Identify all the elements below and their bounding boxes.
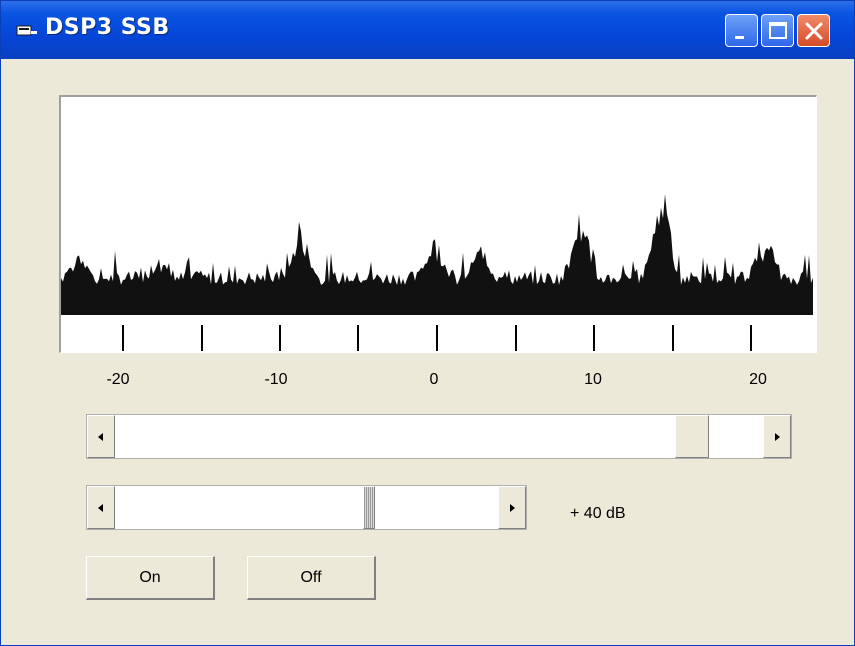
frequency-scroll-left-button[interactable] bbox=[87, 415, 115, 458]
frequency-scroll-right-button[interactable] bbox=[763, 415, 791, 458]
window-title: DSP3 SSB bbox=[45, 15, 170, 40]
minimize-button[interactable] bbox=[725, 14, 758, 47]
minimize-icon bbox=[735, 36, 744, 39]
arrow-right-icon bbox=[775, 433, 780, 441]
main-window: DSP3 SSB -20 -10 0 10 20 + 40 dB On Off bbox=[0, 0, 855, 646]
off-button[interactable]: Off bbox=[247, 556, 376, 600]
maximize-button[interactable] bbox=[761, 14, 794, 47]
axis-label-10: 10 bbox=[584, 371, 602, 388]
maximize-icon bbox=[769, 22, 787, 39]
on-button[interactable]: On bbox=[86, 556, 215, 600]
axis-label-20: 20 bbox=[749, 371, 767, 388]
spectrum-trace bbox=[61, 194, 813, 315]
frequency-scroll-thumb[interactable] bbox=[675, 415, 709, 458]
arrow-right-icon bbox=[510, 504, 515, 512]
axis-label-0: 0 bbox=[429, 371, 439, 388]
arrow-left-icon bbox=[98, 504, 103, 512]
axis-label-minus10: -10 bbox=[264, 371, 288, 388]
frequency-scrollbar[interactable] bbox=[86, 414, 792, 459]
spectrum-plot bbox=[61, 194, 813, 351]
gain-scrollbar[interactable] bbox=[86, 485, 527, 530]
axis-label-minus20: -20 bbox=[106, 371, 130, 388]
close-icon bbox=[805, 22, 823, 40]
gain-scroll-left-button[interactable] bbox=[87, 486, 115, 529]
gain-scroll-thumb[interactable] bbox=[363, 486, 375, 529]
arrow-left-icon bbox=[98, 433, 103, 441]
spectrum-display bbox=[59, 95, 817, 353]
gain-scroll-right-button[interactable] bbox=[498, 486, 526, 529]
gain-label: + 40 dB bbox=[570, 505, 626, 522]
app-icon bbox=[16, 25, 37, 36]
frequency-ticks bbox=[122, 325, 752, 351]
close-button[interactable] bbox=[797, 14, 830, 47]
title-bar[interactable]: DSP3 SSB bbox=[1, 1, 854, 59]
client-area: -20 -10 0 10 20 + 40 dB On Off bbox=[9, 59, 846, 639]
